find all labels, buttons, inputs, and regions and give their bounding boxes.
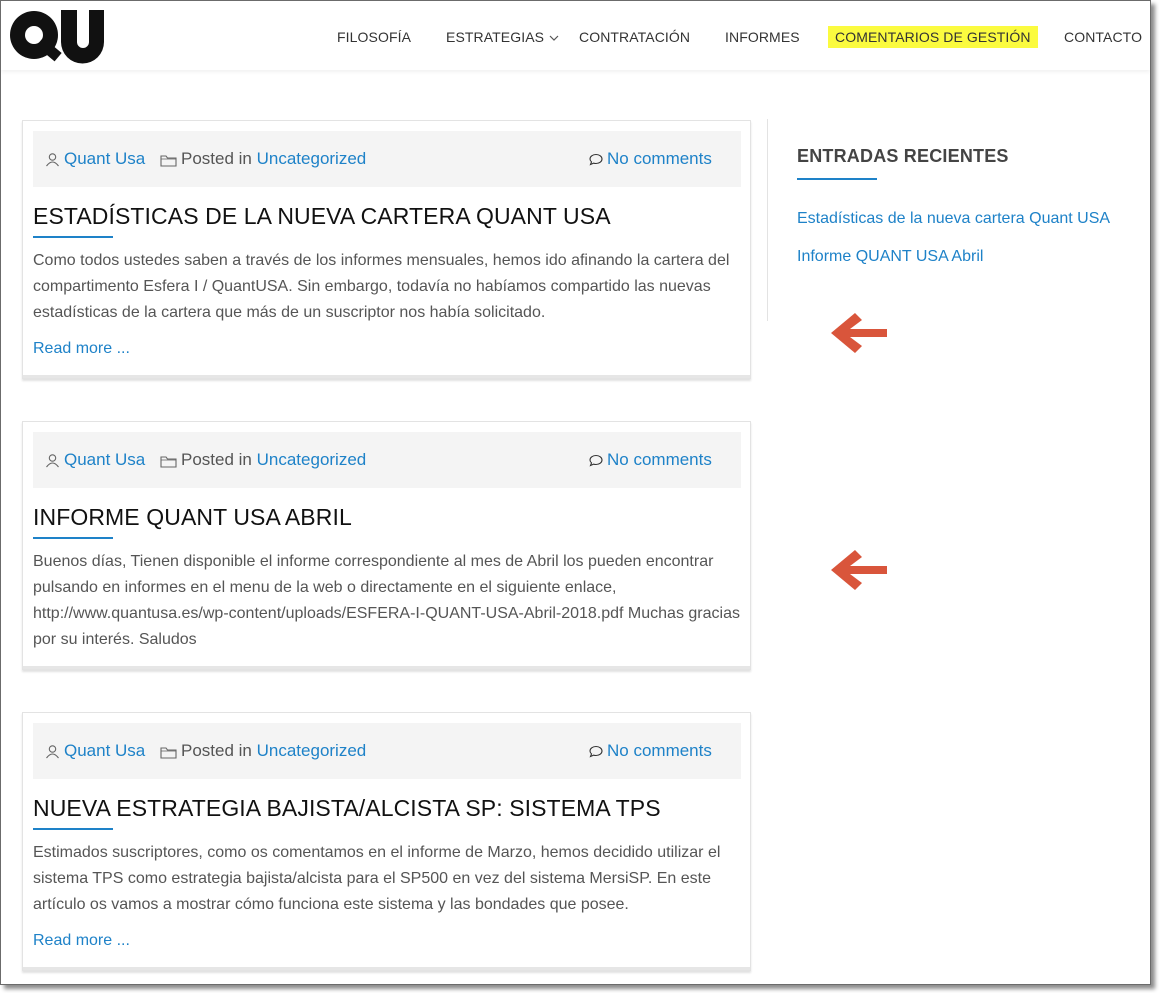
post-excerpt: Buenos días, Tienen disponible el inform… <box>33 553 740 648</box>
post-category-link[interactable]: Uncategorized <box>257 450 367 469</box>
sidebar-divider <box>767 119 768 321</box>
post-category-link[interactable]: Uncategorized <box>257 741 367 760</box>
main-nav: FILOSOFÍA ESTRATEGIAS CONTRATACIÓN INFOR… <box>1 1 1150 70</box>
post-bottom-border <box>23 375 750 378</box>
nav-filosofia[interactable]: FILOSOFÍA <box>337 26 411 48</box>
post-category: Posted in Uncategorized <box>160 432 366 488</box>
user-icon <box>46 745 59 759</box>
post-title[interactable]: ESTADÍSTICAS DE LA NUEVA CARTERA QUANT U… <box>33 203 611 230</box>
post-card: Quant Usa Posted in Uncategorized No com… <box>22 712 751 971</box>
posted-in-label: Posted in <box>181 149 252 168</box>
post-comments[interactable]: No comments <box>589 432 712 488</box>
user-icon <box>46 153 59 167</box>
comment-bubble-icon <box>589 454 603 467</box>
post-meta: Quant Usa Posted in Uncategorized No com… <box>33 723 741 779</box>
post-meta: Quant Usa Posted in Uncategorized No com… <box>33 432 741 488</box>
folder-icon <box>160 455 177 468</box>
title-underline <box>33 236 113 238</box>
nav-comentarios-de-gestion[interactable]: COMENTARIOS DE GESTIÓN <box>828 26 1038 48</box>
arrow-left-icon <box>831 313 887 353</box>
chevron-down-icon <box>549 35 559 42</box>
post-comments-link[interactable]: No comments <box>607 450 712 469</box>
nav-contacto[interactable]: CONTACTO <box>1064 26 1142 48</box>
posted-in-label: Posted in <box>181 741 252 760</box>
post-author[interactable]: Quant Usa <box>45 723 145 779</box>
sidebar-title: ENTRADAS RECIENTES <box>797 146 1009 166</box>
nav-informes[interactable]: INFORMES <box>725 26 800 48</box>
nav-estrategias-label: ESTRATEGIAS <box>446 29 545 45</box>
post-bottom-border <box>23 666 750 669</box>
read-more-link[interactable]: Read more ... <box>33 340 130 358</box>
post-author-link[interactable]: Quant Usa <box>64 450 145 469</box>
folder-icon <box>160 746 177 759</box>
arrow-left-icon <box>831 550 887 590</box>
comment-bubble-icon <box>589 745 603 758</box>
post-author[interactable]: Quant Usa <box>45 432 145 488</box>
recent-post-link[interactable]: Informe QUANT USA Abril <box>797 248 983 266</box>
nav-contratacion[interactable]: CONTRATACIÓN <box>579 26 690 48</box>
post-comments-link[interactable]: No comments <box>607 741 712 760</box>
recent-post-link[interactable]: Estadísticas de la nueva cartera Quant U… <box>797 210 1110 228</box>
title-underline <box>33 828 113 830</box>
folder-icon <box>160 154 177 167</box>
post-bottom-border <box>23 967 750 970</box>
post-title[interactable]: NUEVA ESTRATEGIA BAJISTA/ALCISTA SP: SIS… <box>33 795 661 822</box>
sidebar-title-underline <box>797 178 877 180</box>
post-excerpt: Estimados suscriptores, como os comentam… <box>33 844 721 913</box>
post-category: Posted in Uncategorized <box>160 131 366 187</box>
comment-bubble-icon <box>589 153 603 166</box>
title-underline <box>33 537 113 539</box>
browser-page: QU FILOSOFÍA ESTRATEGIAS CONTRATACIÓN IN… <box>0 0 1151 985</box>
post-category-link[interactable]: Uncategorized <box>257 149 367 168</box>
post-author-link[interactable]: Quant Usa <box>64 149 145 168</box>
post-title[interactable]: INFORME QUANT USA ABRIL <box>33 504 352 531</box>
read-more-link[interactable]: Read more ... <box>33 932 130 950</box>
site-header: QU FILOSOFÍA ESTRATEGIAS CONTRATACIÓN IN… <box>1 1 1150 70</box>
nav-estrategias[interactable]: ESTRATEGIAS <box>446 26 559 48</box>
post-category: Posted in Uncategorized <box>160 723 366 779</box>
post-author-link[interactable]: Quant Usa <box>64 741 145 760</box>
post-meta: Quant Usa Posted in Uncategorized No com… <box>33 131 741 187</box>
post-author[interactable]: Quant Usa <box>45 131 145 187</box>
user-icon <box>46 454 59 468</box>
post-comments-link[interactable]: No comments <box>607 149 712 168</box>
post-card: Quant Usa Posted in Uncategorized No com… <box>22 120 751 379</box>
post-card: Quant Usa Posted in Uncategorized No com… <box>22 421 751 670</box>
post-comments[interactable]: No comments <box>589 723 712 779</box>
post-excerpt: Como todos ustedes saben a través de los… <box>33 252 730 321</box>
post-comments[interactable]: No comments <box>589 131 712 187</box>
posted-in-label: Posted in <box>181 450 252 469</box>
